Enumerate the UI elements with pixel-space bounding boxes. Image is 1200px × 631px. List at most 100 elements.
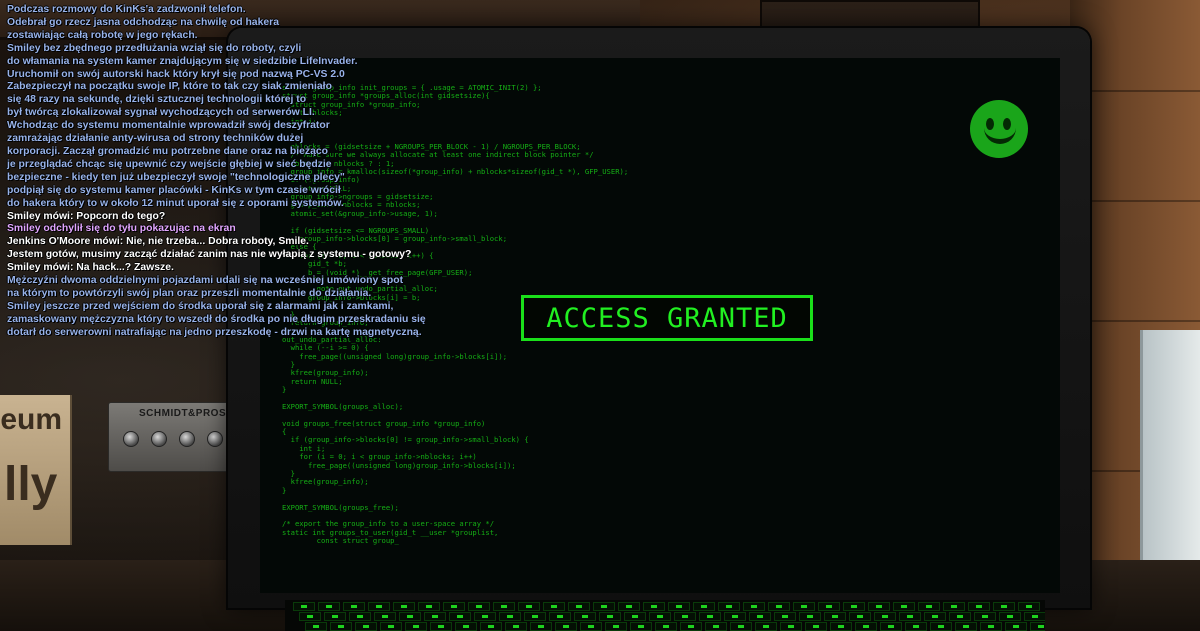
keyboard-key-icon: [668, 602, 690, 611]
code-line: EXPORT_SYMBOL(groups_alloc);: [282, 401, 404, 411]
keyboard-key-icon: [924, 612, 946, 621]
poster: leum lly: [0, 395, 72, 545]
keyboard-key-icon: [1024, 612, 1045, 621]
chat-line: Podczas rozmowy do KinKs'a zadzwonił tel…: [7, 4, 246, 15]
amp-knob-icon: [207, 431, 223, 447]
code-line: free_page((unsigned long)group_info->blo…: [282, 351, 508, 361]
chat-line: Smiley mówi: Popcorn do tego?: [7, 210, 166, 222]
keyboard-key-icon: [699, 612, 721, 621]
keyboard-key-icon: [930, 622, 952, 631]
code-line: EXPORT_SYMBOL(groups_free);: [282, 502, 399, 512]
keyboard-key-icon: [430, 622, 452, 631]
keyboard-key-icon: [718, 602, 740, 611]
keyboard-key-icon: [368, 602, 390, 611]
keyboard-key-icon: [705, 622, 727, 631]
keyboard-key-icon: [968, 602, 990, 611]
keyboard-key-icon: [649, 612, 671, 621]
keyboard-key-icon: [824, 612, 846, 621]
keyboard-key-icon: [624, 612, 646, 621]
keyboard-key-icon: [424, 612, 446, 621]
keyboard-key-icon: [343, 602, 365, 611]
keyboard-key-icon: [505, 622, 527, 631]
keyboard-key-icon: [818, 602, 840, 611]
keyboard-key-icon: [568, 602, 590, 611]
keyboard-key-icon: [793, 602, 815, 611]
chat-log: Podczas rozmowy do KinKs'a zadzwonił tel…: [7, 4, 427, 340]
code-line: return NULL;: [282, 376, 343, 386]
keyboard-key-icon: [455, 622, 477, 631]
keyboard-key-icon: [749, 612, 771, 621]
keyboard-key-icon: [580, 622, 602, 631]
keyboard-key-icon: [724, 612, 746, 621]
keyboard-key-icon: [893, 602, 915, 611]
keyboard-key-icon: [830, 622, 852, 631]
amp-knob-icon: [123, 431, 139, 447]
keyboard-key-icon: [480, 622, 502, 631]
keyboard-key-icon: [530, 622, 552, 631]
code-line: if (group_info->blocks[0] != group_info-…: [282, 435, 529, 445]
keyboard-key-icon: [755, 622, 777, 631]
keyboard-key-icon: [980, 622, 1002, 631]
chat-line: Smiley jeszcze przed wejściem do środka …: [7, 300, 394, 312]
keyboard-key-icon: [799, 612, 821, 621]
keyboard-key-icon: [655, 622, 677, 631]
code-line: kfree(group_info);: [282, 368, 369, 378]
chat-line: zamrażając działanie anty-wirusa od stro…: [7, 133, 304, 145]
laptop-keyboard: [285, 600, 1045, 631]
chat-line: Zabezpieczył na początku swoje IP, które…: [7, 81, 332, 93]
keyboard-key-icon: [574, 612, 596, 621]
keyboard-key-icon: [599, 612, 621, 621]
keyboard-key-icon: [524, 612, 546, 621]
keyboard-key-icon: [674, 612, 696, 621]
code-line: kfree(group_info);: [282, 477, 369, 487]
amp-knob-icon: [179, 431, 195, 447]
keyboard-key-icon: [868, 602, 890, 611]
keyboard-key-icon: [693, 602, 715, 611]
keyboard-key-icon: [499, 612, 521, 621]
keyboard-key-icon: [899, 612, 921, 621]
chat-line: był twórcą zlokalizował sygnał wychodząc…: [7, 107, 315, 119]
keyboard-key-icon: [549, 612, 571, 621]
chat-line: Mężczyźni dwoma oddzielnymi pojazdami ud…: [7, 275, 404, 287]
keyboard-key-icon: [418, 602, 440, 611]
keyboard-key-icon: [443, 602, 465, 611]
keyboard-key-icon: [618, 602, 640, 611]
code-line: const struct group_: [282, 536, 399, 546]
smiley-face-icon: [970, 100, 1028, 158]
chat-line: podpiął się do systemu kamer placówki - …: [7, 184, 341, 196]
code-line: }: [282, 485, 287, 495]
keyboard-key-icon: [880, 622, 902, 631]
poster-text-top: leum: [0, 403, 63, 436]
keyboard-key-icon: [555, 622, 577, 631]
amp-brand-label: SCHMIDT&PROSS: [139, 408, 234, 419]
keyboard-key-icon: [474, 612, 496, 621]
chat-line: się 48 razy na sekundę, dzięki sztucznej…: [7, 94, 307, 106]
keyboard-key-icon: [1005, 622, 1027, 631]
keyboard-key-icon: [518, 602, 540, 611]
keyboard-key-icon: [449, 612, 471, 621]
chat-line: na którym to powtórzyli swój plan oraz p…: [7, 287, 372, 299]
keyboard-key-icon: [299, 612, 321, 621]
access-granted-text: ACCESS GRANTED: [546, 302, 788, 334]
keyboard-key-icon: [993, 602, 1015, 611]
chat-line: bezpieczne - kiedy ten już ubezpieczył s…: [7, 171, 345, 183]
poster-text-bottom: lly: [4, 458, 58, 511]
keyboard-key-icon: [643, 602, 665, 611]
chat-line: dotarł do serwerowni natrafiając na jedn…: [7, 326, 422, 338]
chat-line: zamaskowany mężczyzna który to wszedł do…: [7, 313, 426, 325]
keyboard-key-icon: [605, 622, 627, 631]
chat-line: je przeglądać chcąc się upewnić czy wejś…: [7, 158, 332, 170]
keyboard-key-icon: [949, 612, 971, 621]
keyboard-key-icon: [318, 602, 340, 611]
keyboard-key-icon: [730, 622, 752, 631]
keyboard-key-icon: [905, 622, 927, 631]
keyboard-key-icon: [843, 602, 865, 611]
chat-line: do włamania na system kamer znajdującym …: [7, 55, 358, 67]
chat-line: Odebrał go rzecz jasna odchodząc na chwi…: [7, 16, 279, 28]
amp-knob-icon: [151, 431, 167, 447]
chat-line: Jenkins O'Moore mówi: Nie, nie trzeba...…: [7, 236, 309, 248]
keyboard-key-icon: [743, 602, 765, 611]
keyboard-key-icon: [999, 612, 1021, 621]
keyboard-key-icon: [874, 612, 896, 621]
code-line: }: [282, 385, 287, 395]
